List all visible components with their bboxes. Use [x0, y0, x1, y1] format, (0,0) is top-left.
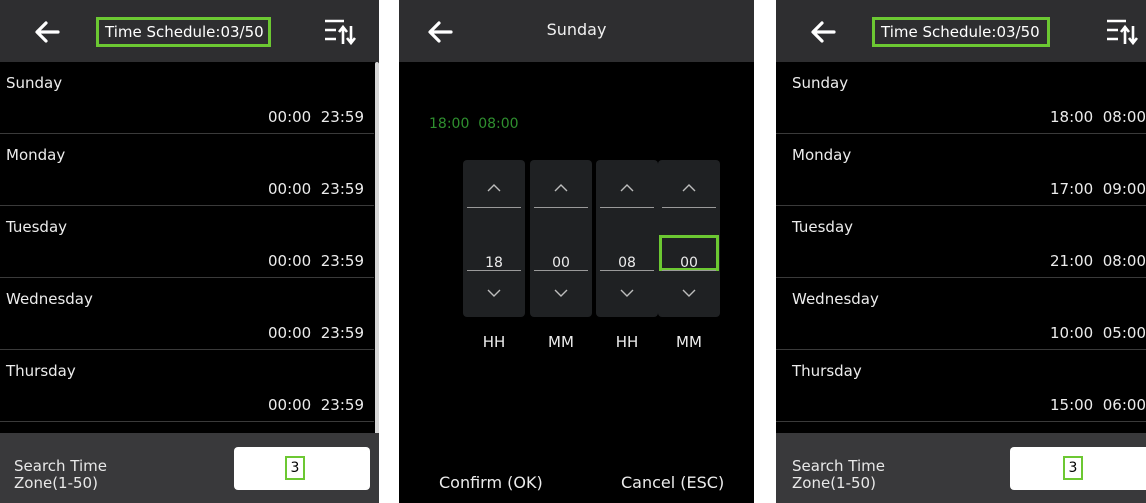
back-arrow-icon[interactable]	[804, 12, 844, 52]
sort-list-icon[interactable]	[1104, 16, 1140, 48]
hour-spinner: 08	[596, 160, 658, 317]
day-label: Monday	[6, 146, 66, 164]
column-label: HH	[615, 333, 639, 351]
divider	[600, 207, 654, 208]
divider	[534, 207, 588, 208]
page-title: Time Schedule:03/50	[96, 17, 271, 47]
search-footer: Search Time Zone(1-50) 3	[776, 433, 1146, 503]
list-item[interactable]: Thursday 15:00 06:00	[776, 350, 1146, 422]
spinner-value[interactable]: 00	[658, 255, 720, 271]
list-item[interactable]: Monday 17:00 09:00	[776, 134, 1146, 206]
time-range: 00:00 23:59	[268, 252, 364, 270]
chevron-up-icon[interactable]	[530, 166, 592, 206]
time-range: 00:00 23:59	[268, 396, 364, 414]
chevron-down-icon[interactable]	[596, 275, 658, 315]
day-label: Monday	[792, 146, 852, 164]
confirm-button[interactable]: Confirm (OK)	[439, 473, 543, 492]
chevron-down-icon[interactable]	[530, 275, 592, 315]
page-title: Sunday	[546, 20, 607, 39]
search-label: Search Time Zone(1-50)	[792, 457, 886, 492]
middle-screen: Sunday 18:00 08:00 18 00 08 00 HH MM HH …	[399, 0, 754, 503]
day-label: Tuesday	[792, 218, 854, 236]
column-label: MM	[676, 333, 702, 351]
header-bar: Time Schedule:03/50	[0, 0, 379, 62]
time-range: 10:00 05:00	[1050, 324, 1146, 342]
list-item[interactable]: Tuesday 21:00 08:00	[776, 206, 1146, 278]
selected-range: 18:00 08:00	[429, 116, 519, 132]
spinner-value[interactable]: 18	[463, 255, 525, 271]
list-item[interactable]: Tuesday 00:00 23:59	[0, 206, 374, 278]
day-label: Sunday	[6, 74, 63, 92]
search-value: 3	[1063, 456, 1083, 480]
hour-spinner: 18	[463, 160, 525, 317]
day-label: Wednesday	[792, 290, 879, 308]
search-value: 3	[285, 456, 305, 480]
list-item[interactable]: Monday 00:00 23:59	[0, 134, 374, 206]
list-item[interactable]: Wednesday 10:00 05:00	[776, 278, 1146, 350]
divider	[600, 270, 654, 271]
right-screen: Time Schedule:03/50 Sunday 18:00 08:00 M…	[776, 0, 1146, 503]
list-item[interactable]: Sunday 18:00 08:00	[776, 62, 1146, 134]
time-range: 17:00 09:00	[1050, 180, 1146, 198]
back-arrow-icon[interactable]	[28, 12, 68, 52]
divider	[662, 207, 716, 208]
sort-list-icon[interactable]	[322, 16, 358, 48]
time-range: 00:00 23:59	[268, 180, 364, 198]
cancel-button[interactable]: Cancel (ESC)	[621, 473, 724, 492]
day-label: Wednesday	[6, 290, 93, 308]
search-footer: Search Time Zone(1-50) 3	[0, 433, 379, 503]
spinner-value[interactable]: 00	[530, 255, 592, 271]
day-label: Tuesday	[6, 218, 68, 236]
schedule-list: Sunday 00:00 23:59 Monday 00:00 23:59 Tu…	[0, 62, 374, 422]
day-label: Thursday	[6, 362, 76, 380]
list-item[interactable]: Thursday 00:00 23:59	[0, 350, 374, 422]
search-input[interactable]: 3	[1010, 447, 1146, 490]
list-item[interactable]: Wednesday 00:00 23:59	[0, 278, 374, 350]
scrollbar[interactable]	[375, 62, 379, 440]
column-label: MM	[548, 333, 574, 351]
time-range: 00:00 23:59	[268, 108, 364, 126]
time-range: 21:00 08:00	[1050, 252, 1146, 270]
divider	[534, 270, 588, 271]
time-range: 15:00 06:00	[1050, 396, 1146, 414]
divider	[467, 207, 521, 208]
chevron-down-icon[interactable]	[463, 275, 525, 315]
divider	[467, 270, 521, 271]
chevron-up-icon[interactable]	[658, 166, 720, 206]
divider	[662, 270, 716, 271]
day-label: Sunday	[792, 74, 849, 92]
minute-spinner: 00	[658, 160, 720, 317]
list-item[interactable]: Sunday 00:00 23:59	[0, 62, 374, 134]
chevron-down-icon[interactable]	[658, 275, 720, 315]
column-label: HH	[482, 333, 506, 351]
page-title: Time Schedule:03/50	[872, 17, 1050, 47]
search-label: Search Time Zone(1-50)	[14, 457, 108, 492]
left-screen: Time Schedule:03/50 Sunday 00:00 23:59 M…	[0, 0, 379, 503]
header-bar: Time Schedule:03/50	[776, 0, 1146, 62]
header-bar: Sunday	[399, 0, 754, 62]
spinner-value[interactable]: 08	[596, 255, 658, 271]
day-label: Thursday	[792, 362, 862, 380]
time-range: 18:00 08:00	[1050, 108, 1146, 126]
schedule-list: Sunday 18:00 08:00 Monday 17:00 09:00 Tu…	[776, 62, 1146, 422]
chevron-up-icon[interactable]	[596, 166, 658, 206]
chevron-up-icon[interactable]	[463, 166, 525, 206]
search-input[interactable]: 3	[234, 447, 370, 490]
minute-spinner: 00	[530, 160, 592, 317]
time-range: 00:00 23:59	[268, 324, 364, 342]
